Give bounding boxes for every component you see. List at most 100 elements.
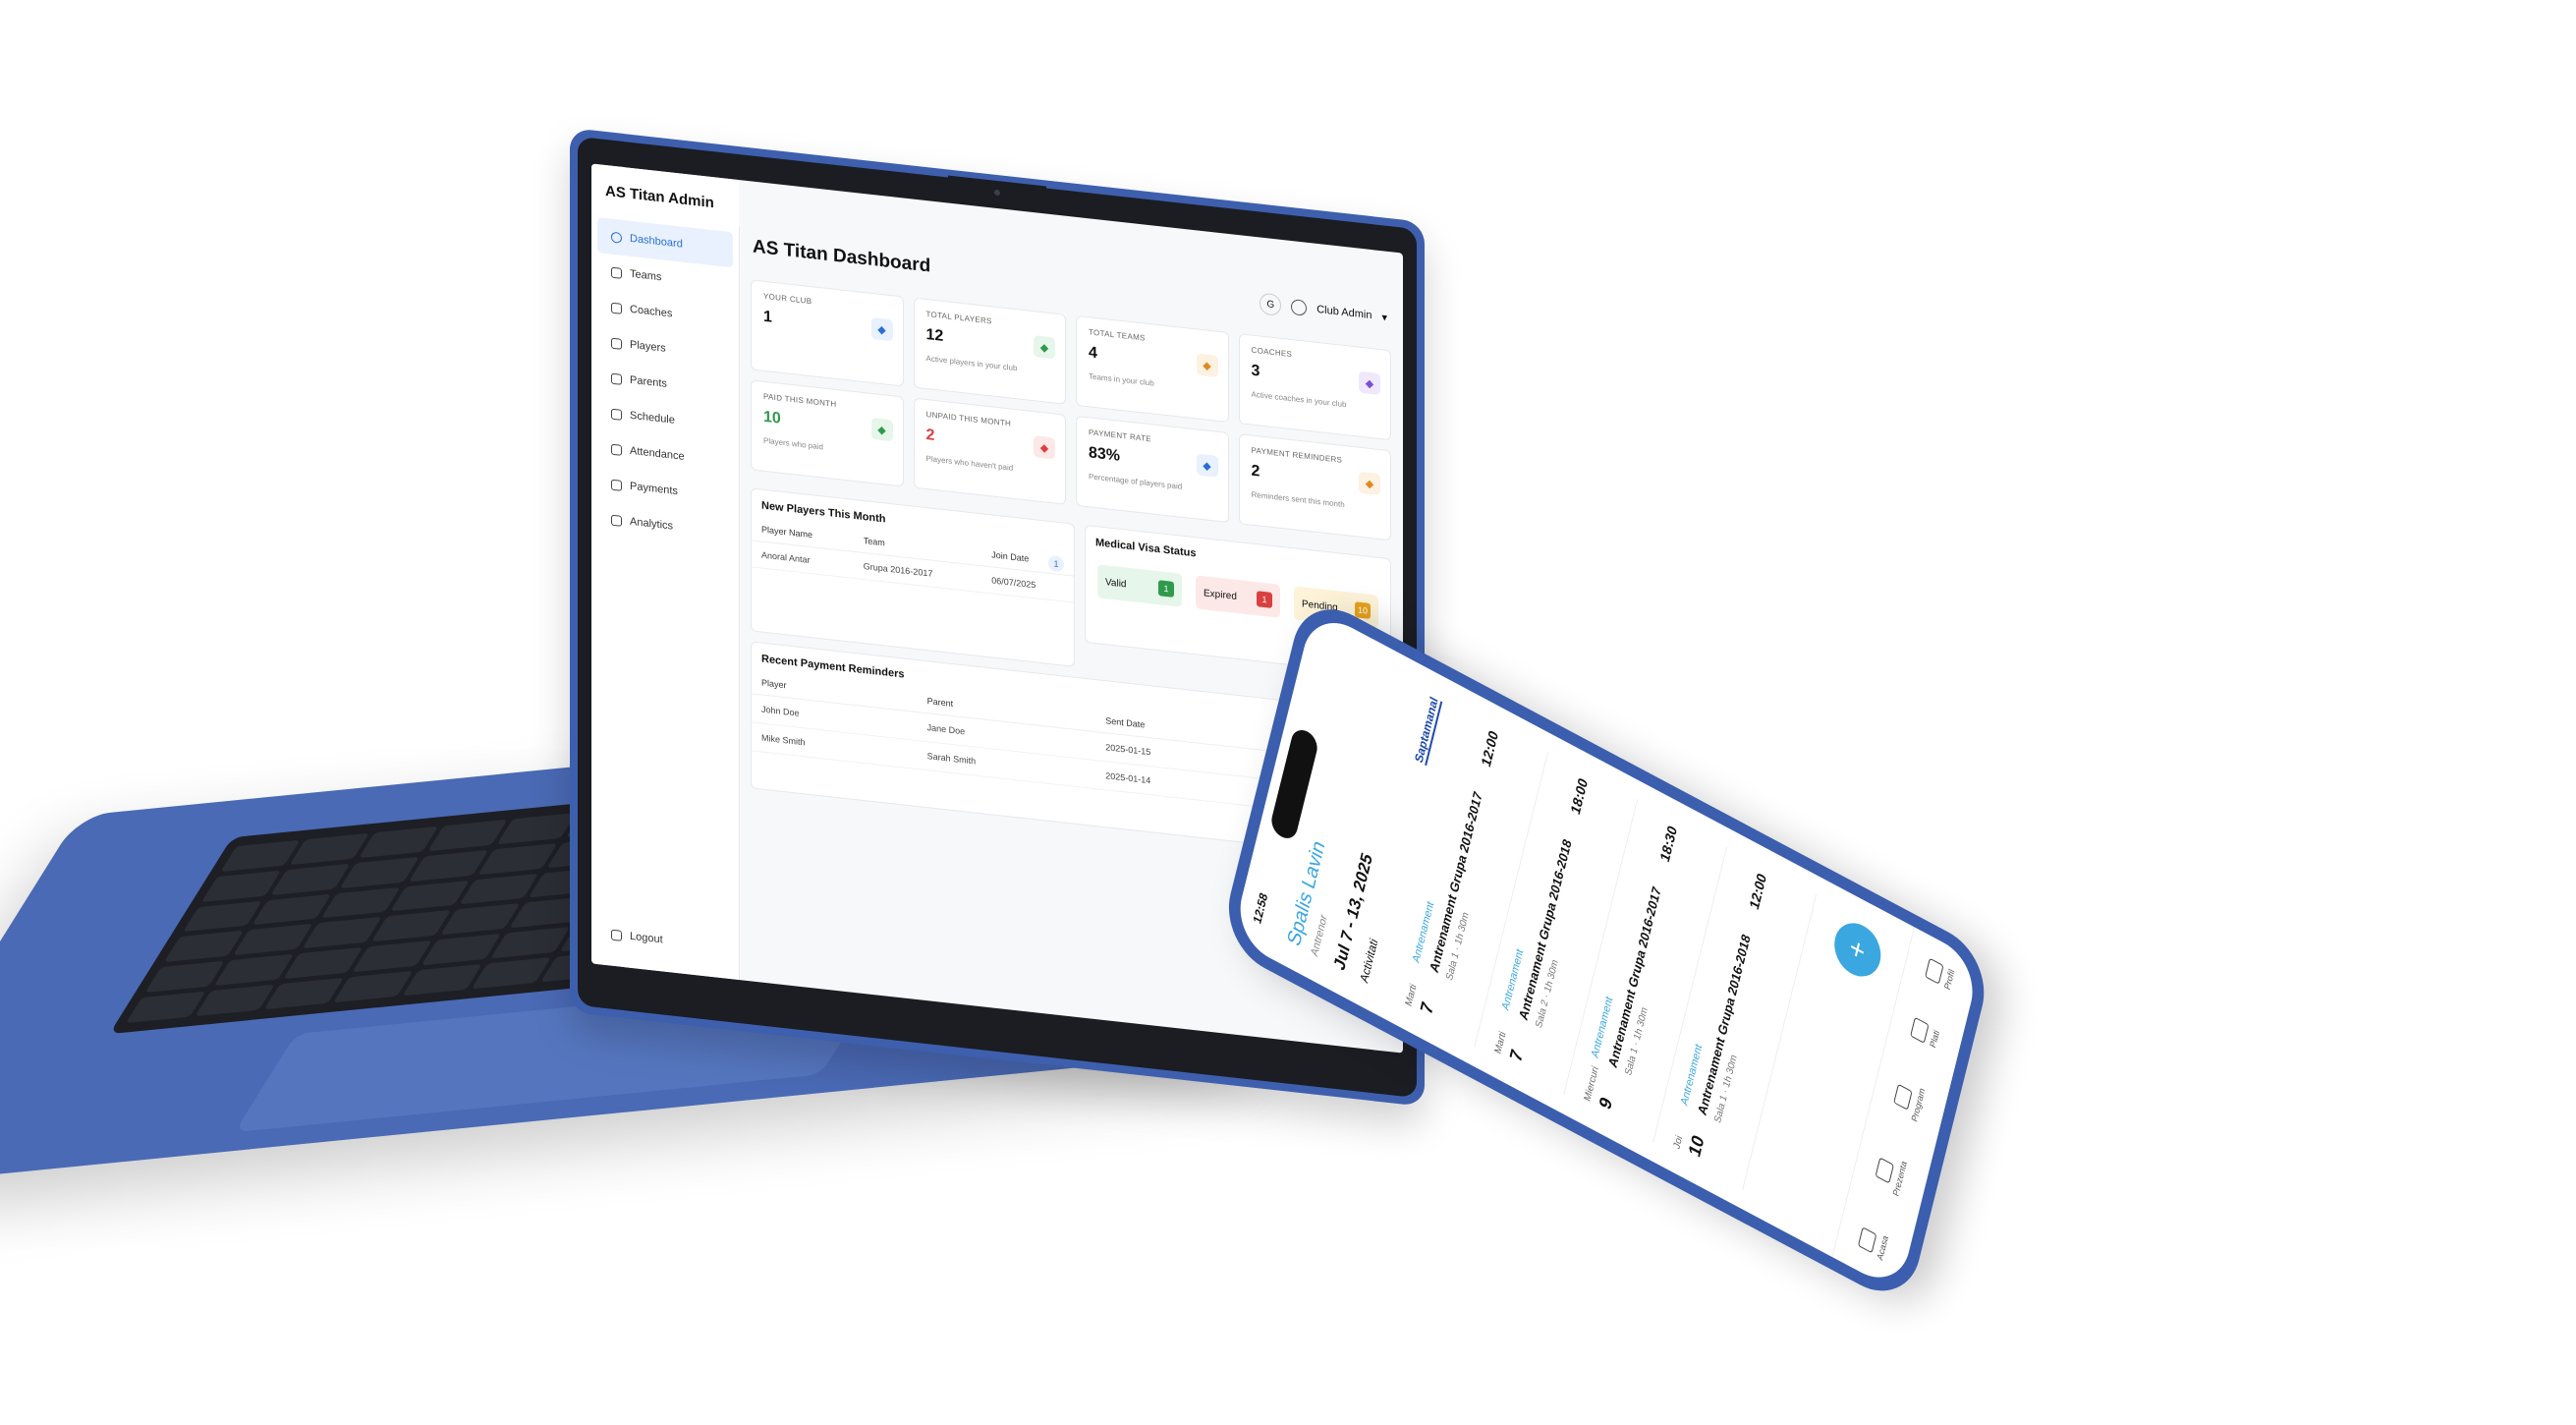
bell-user-icon: ◆	[1359, 471, 1380, 496]
keyboard-key	[427, 819, 508, 852]
keyboard-key	[213, 954, 295, 987]
sidebar-item-label: Dashboard	[630, 232, 683, 251]
user-menu[interactable]: G Club Admin ▾	[1260, 292, 1387, 328]
visa-status-expired[interactable]: Expired 1	[1196, 575, 1280, 618]
analytics-icon	[611, 514, 622, 527]
keyboard-key	[459, 873, 539, 905]
keyboard-key	[359, 826, 439, 859]
nav-label: Acasa	[1875, 1232, 1890, 1263]
sidebar-item-label: Schedule	[630, 409, 675, 427]
attendance-icon	[611, 443, 622, 456]
payments-icon	[611, 479, 622, 491]
stat-card: UNPAID THIS MONTH 2 Players who haven't pa…	[913, 397, 1066, 505]
coach-icon: ◆	[1359, 370, 1380, 396]
keyboard-key	[339, 856, 420, 888]
prezenta-icon	[1875, 1157, 1894, 1184]
chart-icon: ◆	[1196, 453, 1218, 478]
sidebar: Dashboard Teams Coaches Players Parents Sched…	[591, 210, 740, 981]
keyboard-key	[402, 964, 482, 997]
sidebar-item-label: Attendance	[630, 444, 685, 463]
stat-card: COACHES 3 Active coaches in your club ◆	[1238, 333, 1391, 441]
nav-program[interactable]: Program	[1892, 1076, 1928, 1124]
phone-time: 12:58	[1250, 889, 1271, 927]
keyboard-key	[440, 903, 521, 936]
keyboard-key	[409, 849, 489, 882]
keyboard-key	[163, 931, 244, 963]
page-title: AS Titan Dashboard	[753, 236, 931, 277]
acasa-icon	[1858, 1226, 1877, 1253]
keyboard-key	[220, 839, 301, 872]
event-time: 12:00	[1746, 870, 1769, 913]
keyboard-key	[283, 947, 364, 980]
tab-activitati[interactable]: Activitati	[1358, 936, 1382, 986]
profil-icon	[1925, 957, 1944, 986]
chevron-down-icon[interactable]: ▾	[1381, 311, 1387, 324]
event-time: 18:00	[1567, 774, 1591, 818]
user-icon	[1291, 299, 1308, 316]
nav-label: Plati	[1928, 1028, 1941, 1050]
keyboard-key	[490, 927, 571, 959]
nav-label: Program	[1909, 1086, 1928, 1124]
keyboard-key	[370, 910, 452, 942]
visa-count-badge: 10	[1355, 601, 1371, 619]
plati-icon	[1910, 1017, 1930, 1045]
keyboard-key	[302, 917, 382, 949]
sidebar-item-label: Teams	[630, 267, 662, 284]
nav-label: Prezenta	[1890, 1159, 1909, 1199]
nav-prezenta[interactable]: Prezenta	[1874, 1150, 1909, 1198]
tab-saptamanal[interactable]: Saptamanal	[1412, 694, 1443, 767]
parents-icon	[611, 372, 622, 385]
nav-profil[interactable]: Profil	[1925, 957, 1956, 992]
card-subtitle: Active coaches in your club	[1251, 389, 1347, 410]
logout-label: Logout	[630, 930, 663, 946]
keyboard-key	[252, 893, 332, 926]
x-user-icon: ◆	[1034, 435, 1055, 460]
keyboard-key	[421, 934, 502, 966]
coaches-icon	[611, 302, 622, 314]
users-icon: ◆	[1034, 335, 1055, 360]
schedule-icon	[611, 408, 622, 421]
new-players-panel: New Players This Month 1 Player Name Team…	[751, 487, 1075, 667]
keyboard-key	[201, 870, 282, 902]
keyboard-key	[144, 960, 225, 994]
team-icon: ◆	[1196, 353, 1218, 377]
phone-frame: 12:58 Spalis Lavin Antrenor Jul 7 - 13, …	[1218, 590, 1995, 1310]
nav-plati[interactable]: Plati	[1910, 1017, 1941, 1051]
card-subtitle: Percentage of players paid	[1089, 472, 1183, 491]
card-subtitle: Active players in your club	[925, 354, 1018, 373]
event-date: 7	[1417, 998, 1437, 1018]
event-time: 12:00	[1478, 727, 1501, 770]
keyboard-key	[233, 924, 313, 956]
card-subtitle: Teams in your club	[1089, 371, 1154, 388]
check-user-icon: ◆	[870, 417, 893, 442]
keyboard-key	[477, 842, 559, 875]
avatar[interactable]: G	[1260, 292, 1282, 316]
nav-acasa[interactable]: Acasa	[1857, 1224, 1890, 1263]
program-icon	[1893, 1083, 1913, 1111]
visa-count-badge: 1	[1257, 591, 1272, 608]
logout-button[interactable]: Logout	[597, 915, 663, 957]
event-day: Joi	[1671, 1133, 1685, 1152]
keyboard-key	[289, 832, 370, 865]
card-subtitle: Players who paid	[763, 435, 823, 452]
user-label[interactable]: Club Admin	[1316, 304, 1372, 321]
add-event-button[interactable]: +	[1828, 914, 1886, 986]
keyboard-key	[195, 984, 275, 1017]
event-time: 18:30	[1656, 823, 1680, 865]
sidebar-item-label: Analytics	[630, 515, 674, 533]
keyboard-key	[263, 977, 345, 1010]
logout-icon	[611, 929, 622, 941]
visa-status-valid[interactable]: Valid 1	[1097, 564, 1182, 607]
sidebar-item-label: Coaches	[630, 303, 673, 320]
keyboard-key	[390, 880, 471, 912]
keyboard-key	[472, 957, 552, 990]
phone-screen: 12:58 Spalis Lavin Antrenor Jul 7 - 13, …	[1231, 607, 1982, 1293]
sidebar-item-label: Payments	[630, 480, 678, 498]
event-date: 9	[1596, 1093, 1616, 1113]
keyboard-key	[320, 886, 401, 919]
stat-card: YOUR CLUB 1 ◆	[751, 279, 904, 387]
keyboard-key	[270, 863, 351, 895]
keyboard-key	[333, 970, 414, 1003]
stat-card: TOTAL PLAYERS 12 Active players in your cl…	[913, 297, 1066, 405]
dynamic-island	[1268, 724, 1320, 844]
